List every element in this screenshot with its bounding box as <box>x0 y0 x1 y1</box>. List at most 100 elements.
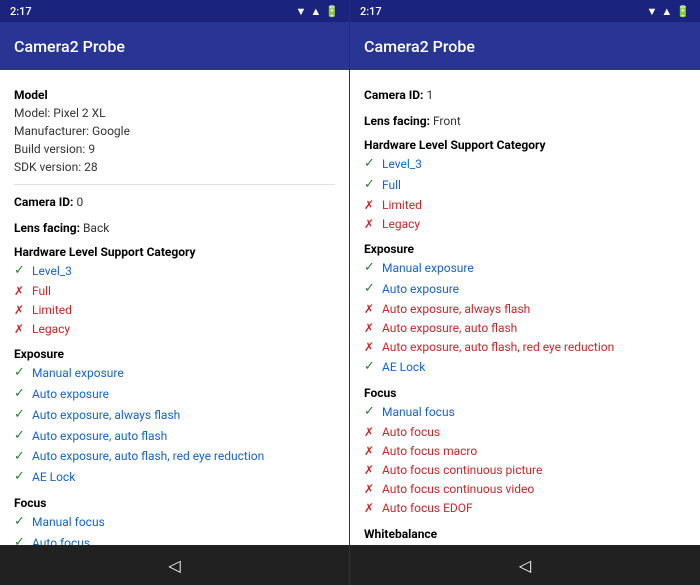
app-title-right: Camera2 Probe <box>364 37 475 56</box>
cross-icon: ✗ <box>14 301 28 320</box>
cross-icon: ✗ <box>364 461 378 480</box>
app-bar-left: Camera2 Probe <box>0 22 349 70</box>
cross-icon: ✗ <box>364 499 378 518</box>
nav-bar-left: ◁ <box>0 545 349 585</box>
status-icons-right: ▼ ▲ 🔋 <box>647 5 690 18</box>
check-icon: ✓ <box>14 261 28 282</box>
cross-icon: ✗ <box>364 442 378 461</box>
list-item: ✗Limited <box>14 301 335 320</box>
exposure-items-left: ✓Manual exposure✓Auto exposure✓Auto expo… <box>14 363 335 488</box>
divider-left <box>14 184 335 185</box>
feature-text: Level_3 <box>382 155 422 174</box>
battery-icon-right: 🔋 <box>676 5 690 18</box>
time-right: 2:17 <box>360 5 382 18</box>
exposure-label-right: Exposure <box>364 242 686 256</box>
status-icons-left: ▼ ▲ 🔋 <box>296 5 339 18</box>
feature-text: Auto exposure, always flash <box>32 406 180 425</box>
feature-text: Full <box>32 282 51 301</box>
status-bar-left: 2:17 ▼ ▲ 🔋 <box>0 0 349 22</box>
cross-icon: ✗ <box>364 423 378 442</box>
list-item: ✗Auto focus EDOF <box>364 499 686 518</box>
signal-icon-right: ▼ <box>647 5 658 18</box>
cross-icon: ✗ <box>364 338 378 357</box>
list-item: ✗Auto exposure, auto flash, red eye redu… <box>364 338 686 357</box>
list-item: ✗Auto focus continuous picture <box>364 461 686 480</box>
list-item: ✓Level_3 <box>364 154 686 175</box>
time-left: 2:17 <box>10 5 32 18</box>
signal-icon: ▼ <box>296 5 307 18</box>
list-item: ✗Limited <box>364 196 686 215</box>
list-item: ✗Full <box>14 282 335 301</box>
list-item: ✗Legacy <box>14 320 335 339</box>
check-icon: ✓ <box>364 258 378 279</box>
feature-text: AE Lock <box>32 468 75 487</box>
feature-text: Full <box>382 176 401 195</box>
feature-text: Limited <box>382 196 422 215</box>
check-icon: ✓ <box>14 405 28 426</box>
feature-text: Manual focus <box>382 403 455 422</box>
feature-text: Auto focus continuous picture <box>382 461 542 480</box>
list-item: ✓Full <box>364 175 686 196</box>
panel-right: 2:17 ▼ ▲ 🔋 Camera2 Probe Camera ID: 1 Le… <box>350 0 700 585</box>
list-item: ✓Auto exposure <box>14 384 335 405</box>
wifi-icon: ▲ <box>310 5 321 18</box>
back-button-left[interactable]: ◁ <box>168 556 180 575</box>
back-button-right[interactable]: ◁ <box>519 556 531 575</box>
check-icon: ✓ <box>364 357 378 378</box>
list-item: ✓Manual focus <box>14 512 335 533</box>
list-item: ✓AE Lock <box>14 467 335 488</box>
exposure-label-left: Exposure <box>14 347 335 361</box>
list-item: ✓Auto exposure <box>364 279 686 300</box>
app-bar-right: Camera2 Probe <box>350 22 700 70</box>
list-item: ✗Auto focus macro <box>364 442 686 461</box>
wb-label-right: Whitebalance <box>364 527 686 541</box>
list-item: ✓Manual exposure <box>364 258 686 279</box>
list-item: ✗Auto exposure, always flash <box>364 300 686 319</box>
app-title-left: Camera2 Probe <box>14 37 125 56</box>
hw-level-label-left: Hardware Level Support Category <box>14 245 335 259</box>
model-line: Model: Pixel 2 XL <box>14 104 335 122</box>
feature-text: Limited <box>32 301 72 320</box>
cross-icon: ✗ <box>364 215 378 234</box>
list-item: ✓Auto exposure, auto flash <box>14 426 335 447</box>
battery-icon: 🔋 <box>325 5 339 18</box>
nav-bar-right: ◁ <box>350 545 700 585</box>
feature-text: Auto focus EDOF <box>382 499 473 518</box>
feature-text: Auto exposure <box>382 280 459 299</box>
feature-text: Auto exposure, auto flash <box>32 427 167 446</box>
feature-text: Auto focus <box>382 423 440 442</box>
camera-id-right: Camera ID: 1 <box>364 86 686 104</box>
feature-text: Legacy <box>32 320 70 339</box>
content-left: Model Model: Pixel 2 XL Manufacturer: Go… <box>0 70 349 545</box>
status-bar-right: 2:17 ▼ ▲ 🔋 <box>350 0 700 22</box>
check-icon: ✓ <box>14 363 28 384</box>
cross-icon: ✗ <box>364 300 378 319</box>
check-icon: ✓ <box>14 426 28 447</box>
focus-label-right: Focus <box>364 386 686 400</box>
model-label: Model <box>14 88 335 102</box>
feature-text: Auto exposure, auto flash, red eye reduc… <box>32 447 264 466</box>
check-icon: ✓ <box>364 175 378 196</box>
feature-text: AE Lock <box>382 358 425 377</box>
feature-text: Auto exposure, auto flash <box>382 319 517 338</box>
feature-text: Auto focus continuous video <box>382 480 534 499</box>
check-icon: ✓ <box>364 154 378 175</box>
list-item: ✗Auto exposure, auto flash <box>364 319 686 338</box>
list-item: ✓Manual focus <box>364 402 686 423</box>
feature-text: Manual focus <box>32 513 105 532</box>
build-version-line: Build version: 9 <box>14 140 335 158</box>
cross-icon: ✗ <box>14 320 28 339</box>
hw-items-right: ✓Level_3✓Full✗Limited✗Legacy <box>364 154 686 234</box>
check-icon: ✓ <box>14 512 28 533</box>
feature-text: Manual exposure <box>32 364 124 383</box>
check-icon: ✓ <box>14 447 28 468</box>
cross-icon: ✗ <box>364 480 378 499</box>
list-item: ✓Auto exposure, auto flash, red eye redu… <box>14 447 335 468</box>
hw-items-left: ✓Level_3✗Full✗Limited✗Legacy <box>14 261 335 339</box>
check-icon: ✓ <box>14 533 28 545</box>
content-right: Camera ID: 1 Lens facing: Front Hardware… <box>350 70 700 545</box>
lens-facing-right: Lens facing: Front <box>364 112 686 130</box>
check-icon: ✓ <box>14 384 28 405</box>
focus-label-left: Focus <box>14 496 335 510</box>
feature-text: Auto focus macro <box>382 442 477 461</box>
